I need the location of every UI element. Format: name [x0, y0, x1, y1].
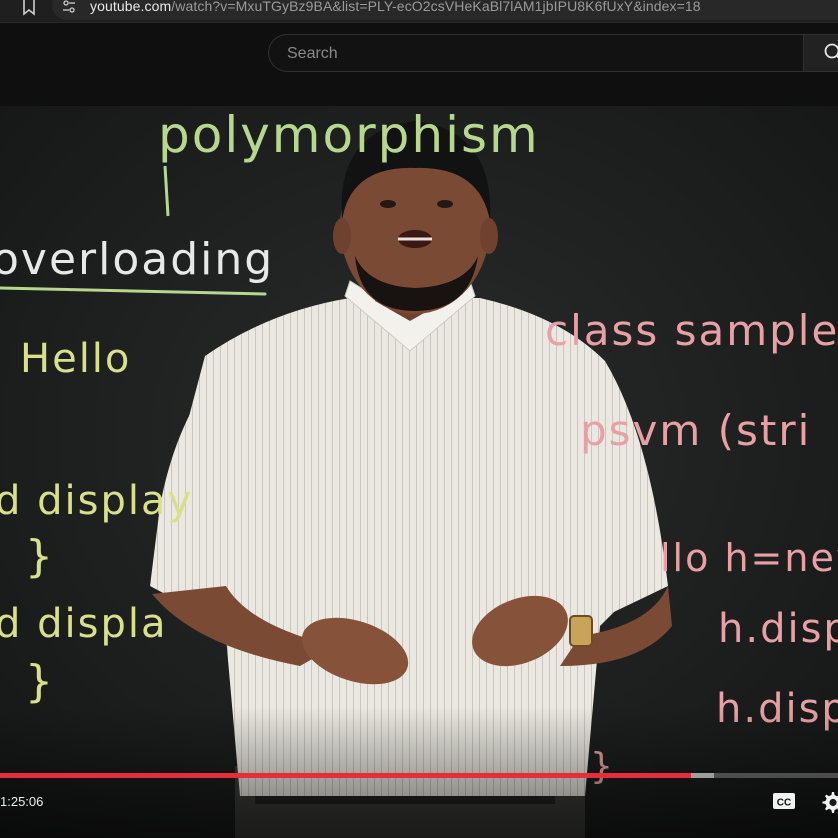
bookmark-icon[interactable]	[22, 0, 36, 16]
svg-text:CC: CC	[777, 798, 791, 809]
cc-icon: CC	[773, 793, 795, 809]
search-input[interactable]	[285, 35, 789, 73]
board-psvm: psvm (stri	[580, 406, 812, 455]
board-class-sample: class sample	[545, 306, 838, 355]
board-brace-1: }	[25, 531, 55, 582]
board-display-2: d displa	[0, 601, 168, 647]
site-info-icon[interactable]	[62, 0, 76, 14]
board-title: polymorphism	[158, 106, 540, 164]
board-h-display-1: h.disp	[718, 606, 838, 652]
progress-played	[0, 773, 692, 778]
youtube-masthead	[0, 23, 838, 106]
search-icon	[824, 43, 838, 63]
subtitles-button[interactable]: CC	[772, 791, 796, 811]
url-text[interactable]: youtube.com/watch?v=MxuTGyBz9BA&list=PLY…	[90, 0, 701, 14]
board-new-hello: llo h=new	[660, 536, 838, 580]
video-player[interactable]: polymorphism overloading Hello d display…	[0, 106, 838, 838]
url-host: youtube.com	[90, 0, 172, 14]
board-brace-2: }	[25, 656, 55, 707]
progress-bar[interactable]	[0, 773, 838, 778]
controls-gradient	[0, 706, 838, 838]
time-display: 1:25:06	[0, 794, 44, 809]
board-display-1: d display	[0, 478, 194, 524]
board-overloading: overloading	[0, 234, 275, 285]
search-button[interactable]	[803, 34, 838, 72]
settings-button[interactable]	[820, 790, 838, 814]
gear-icon	[822, 792, 838, 813]
browser-toolbar: youtube.com/watch?v=MxuTGyBz9BA&list=PLY…	[0, 0, 838, 23]
url-path: /watch?v=MxuTGyBz9BA&list=PLY-ecO2csVHeK…	[171, 0, 701, 14]
board-hello: Hello	[20, 336, 132, 382]
search-box[interactable]	[268, 34, 803, 73]
